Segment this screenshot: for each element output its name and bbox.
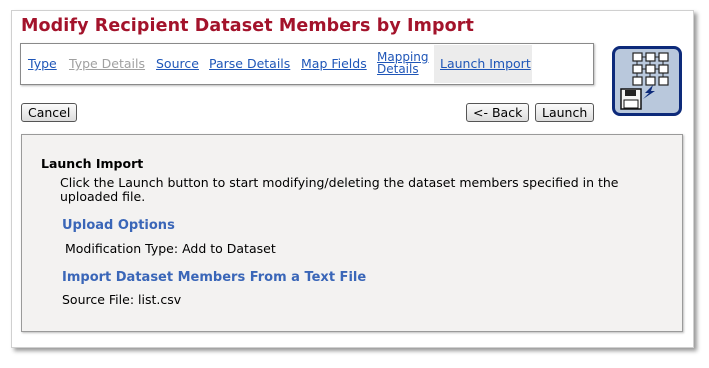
cancel-button[interactable]: Cancel xyxy=(21,103,78,122)
import-dataset-icon-graphic xyxy=(620,52,669,110)
tab-source[interactable]: Source xyxy=(156,56,199,71)
tab-mapping-details[interactable]: Mapping Details xyxy=(377,51,429,75)
tab-type-details: Type Details xyxy=(69,56,146,71)
source-file-value: list.csv xyxy=(138,292,182,307)
modification-type-row: Modification Type: Add to Dataset xyxy=(65,241,276,256)
modification-type-value: Add to Dataset xyxy=(182,241,276,256)
wizard-tabs: Type Type Details Source Parse Details M… xyxy=(20,43,594,85)
back-button[interactable]: <- Back xyxy=(466,103,530,122)
launch-description: Click the Launch button to start modifyi… xyxy=(60,175,619,204)
import-source-heading: Import Dataset Members From a Text File xyxy=(62,270,367,285)
source-file-label: Source File: xyxy=(62,292,135,307)
source-file-row: Source File: list.csv xyxy=(62,292,181,307)
import-dataset-icon xyxy=(612,46,682,116)
tab-parse-details[interactable]: Parse Details xyxy=(209,56,290,71)
tab-mapping-details-line2: Details xyxy=(377,62,419,76)
launch-import-section: Launch Import Click the Launch button to… xyxy=(21,134,683,332)
tab-type[interactable]: Type xyxy=(28,56,57,71)
upload-options-heading: Upload Options xyxy=(62,218,175,233)
tab-map-fields[interactable]: Map Fields xyxy=(301,56,367,71)
launch-import-heading: Launch Import xyxy=(41,156,144,171)
modification-type-label: Modification Type: xyxy=(65,241,179,256)
tab-launch-import[interactable]: Launch Import xyxy=(440,56,531,71)
page-title: Modify Recipient Dataset Members by Impo… xyxy=(21,16,474,36)
launch-button[interactable]: Launch xyxy=(535,103,595,122)
